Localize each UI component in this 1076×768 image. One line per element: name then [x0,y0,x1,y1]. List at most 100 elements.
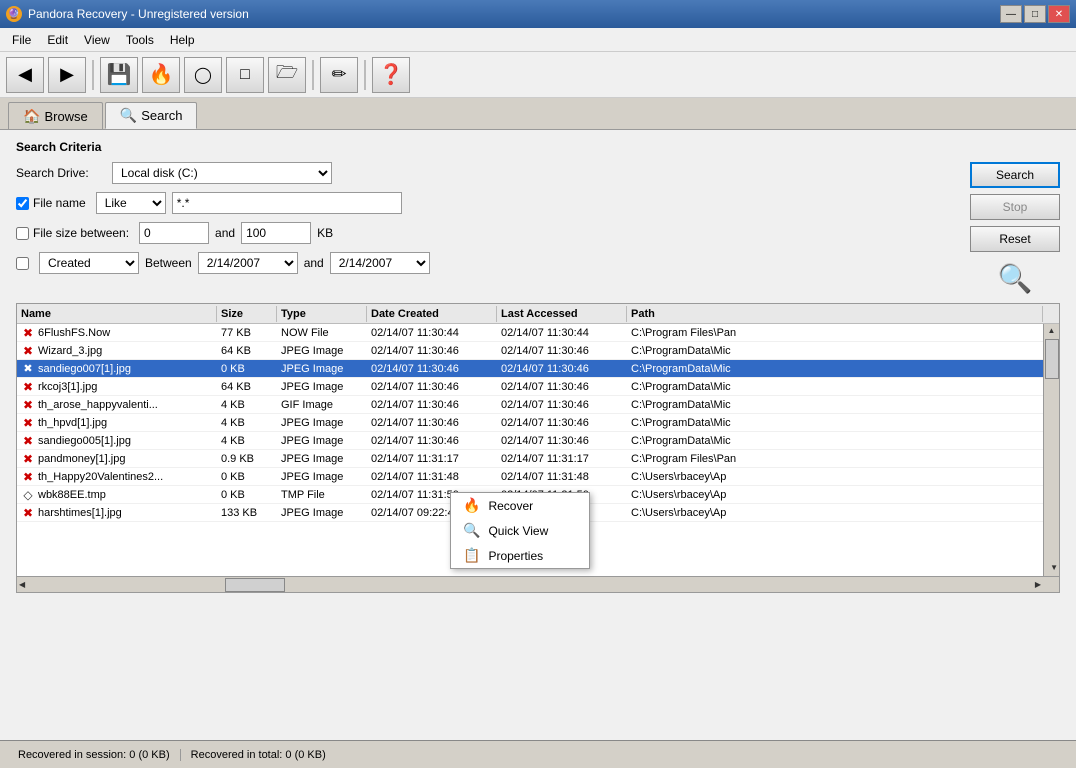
between-label: Between [145,256,192,270]
file-path: C:\Users\rbacey\Ap [627,506,1043,520]
table-row[interactable]: ✖ sandiego005[1].jpg 4 KB JPEG Image 02/… [17,432,1043,450]
col-header-size[interactable]: Size [217,306,277,322]
file-size: 133 KB [217,506,277,520]
col-header-type[interactable]: Type [277,306,367,322]
vertical-scrollbar[interactable]: ▲ ▼ [1043,324,1059,576]
file-type: JPEG Image [277,506,367,520]
col-header-path[interactable]: Path [627,306,1043,322]
maximize-button[interactable]: □ [1024,5,1046,23]
table-row[interactable]: ✖ sandiego007[1].jpg 0 KB JPEG Image 02/… [17,360,1043,378]
context-menu-properties[interactable]: 📋 Properties [451,543,589,568]
file-name: 6FlushFS.Now [38,327,110,339]
magnifier-icon: 🔍 [970,262,1060,295]
col-header-created[interactable]: Date Created [367,306,497,322]
close-button[interactable]: ✕ [1048,5,1070,23]
write-button[interactable]: ✏ [320,57,358,93]
search-panel: Search Criteria Search Drive: Local disk… [0,130,1076,740]
file-name: wbk88EE.tmp [38,489,106,501]
scroll-h-thumb[interactable] [225,578,285,592]
like-select[interactable]: Like Equals Starts with Ends with [96,192,166,214]
pattern-input[interactable] [172,192,402,214]
table-row[interactable]: ✖ 6FlushFS.Now 77 KB NOW File 02/14/07 1… [17,324,1043,342]
file-created: 02/14/07 11:30:44 [367,326,497,340]
file-name: sandiego005[1].jpg [38,435,131,447]
help-button[interactable]: ❓ [372,57,410,93]
search-drive-select[interactable]: Local disk (C:) Local disk (D:) All Loca… [112,162,332,184]
recover-button[interactable]: 🔥 [142,57,180,93]
table-row[interactable]: ✖ th_hpvd[1].jpg 4 KB JPEG Image 02/14/0… [17,414,1043,432]
scroll-thumb[interactable] [1045,339,1059,379]
scroll-left-arrow[interactable]: ◀ [19,580,25,589]
search-buttons-group: Search Stop Reset 🔍 [970,162,1060,295]
date-type-select[interactable]: Created Modified Accessed [39,252,139,274]
menu-edit[interactable]: Edit [39,31,76,49]
file-path: C:\ProgramData\Mic [627,416,1043,430]
forward-button[interactable]: ▶ [48,57,86,93]
size-max-input[interactable] [241,222,311,244]
file-path: C:\ProgramData\Mic [627,362,1043,376]
scroll-down-arrow[interactable]: ▼ [1050,563,1058,572]
status-session: Recovered in session: 0 (0 KB) [8,749,181,761]
mask-button[interactable]: □ [226,57,264,93]
file-name: rkcoj3[1].jpg [38,381,97,393]
menu-view[interactable]: View [76,31,118,49]
size-min-input[interactable] [139,222,209,244]
tabs-bar: 🏠 Browse 🔍 Search [0,98,1076,130]
file-name: th_hpvd[1].jpg [38,417,107,429]
search-tab-label: Search [141,108,182,123]
criteria-fields: Search Drive: Local disk (C:) Local disk… [16,162,954,295]
filesize-checkbox[interactable] [16,227,29,240]
filename-checkbox[interactable] [16,197,29,210]
erase-button[interactable]: ◯ [184,57,222,93]
status-total: Recovered in total: 0 (0 KB) [181,749,336,761]
menu-file[interactable]: File [4,31,39,49]
horizontal-scrollbar[interactable]: ◀ ▶ [17,576,1059,592]
search-tab-icon: 🔍 [120,107,137,124]
scroll-right-arrow[interactable]: ▶ [1035,580,1041,589]
file-created: 02/14/07 11:31:48 [367,470,497,484]
file-created: 02/14/07 11:30:46 [367,380,497,394]
date-checkbox[interactable] [16,257,29,270]
properties-label: Properties [488,549,543,563]
file-created: 02/14/07 11:31:17 [367,452,497,466]
table-row[interactable]: ✖ th_arose_happyvalenti... 4 KB GIF Imag… [17,396,1043,414]
deleted-icon: ✖ [21,326,35,340]
table-row[interactable]: ✖ Wizard_3.jpg 64 KB JPEG Image 02/14/07… [17,342,1043,360]
file-created: 02/14/07 11:30:46 [367,398,497,412]
file-accessed: 02/14/07 11:30:46 [497,398,627,412]
menu-tools[interactable]: Tools [118,31,162,49]
toolbar-separator-1 [92,60,94,90]
recover-label: Recover [488,499,533,513]
save-button[interactable]: 💾 [100,57,138,93]
tab-browse[interactable]: 🏠 Browse [8,102,103,129]
table-row[interactable]: ✖ rkcoj3[1].jpg 64 KB JPEG Image 02/14/0… [17,378,1043,396]
table-row[interactable]: ✖ th_Happy20Valentines2... 0 KB JPEG Ima… [17,468,1043,486]
scroll-up-arrow[interactable]: ▲ [1048,326,1056,335]
file-size: 4 KB [217,398,277,412]
file-path: C:\Program Files\Pan [627,326,1043,340]
date-row: Created Modified Accessed Between 2/14/2… [16,252,954,274]
file-accessed: 02/14/07 11:30:46 [497,416,627,430]
file-name: harshtimes[1].jpg [38,507,122,519]
col-header-name[interactable]: Name [17,306,217,322]
search-button[interactable]: Search [970,162,1060,188]
file-accessed: 02/14/07 11:30:46 [497,434,627,448]
stop-button[interactable]: Stop [970,194,1060,220]
date-to-select[interactable]: 2/14/2007 [330,252,430,274]
browse-tab-label: Browse [44,109,87,124]
context-menu-quickview[interactable]: 🔍 Quick View [451,518,589,543]
table-row[interactable]: ✖ pandmoney[1].jpg 0.9 KB JPEG Image 02/… [17,450,1043,468]
file-size: 64 KB [217,380,277,394]
col-header-accessed[interactable]: Last Accessed [497,306,627,322]
date-from-select[interactable]: 2/14/2007 [198,252,298,274]
filename-checkbox-label: File name [16,196,86,210]
folder-button[interactable]: 🗁 [268,57,306,93]
menu-help[interactable]: Help [162,31,203,49]
tab-search[interactable]: 🔍 Search [105,102,198,129]
context-menu-recover[interactable]: 🔥 Recover [451,493,589,518]
file-type: JPEG Image [277,470,367,484]
back-button[interactable]: ◀ [6,57,44,93]
window-title: Pandora Recovery - Unregistered version [28,7,249,21]
minimize-button[interactable]: — [1000,5,1022,23]
reset-button[interactable]: Reset [970,226,1060,252]
